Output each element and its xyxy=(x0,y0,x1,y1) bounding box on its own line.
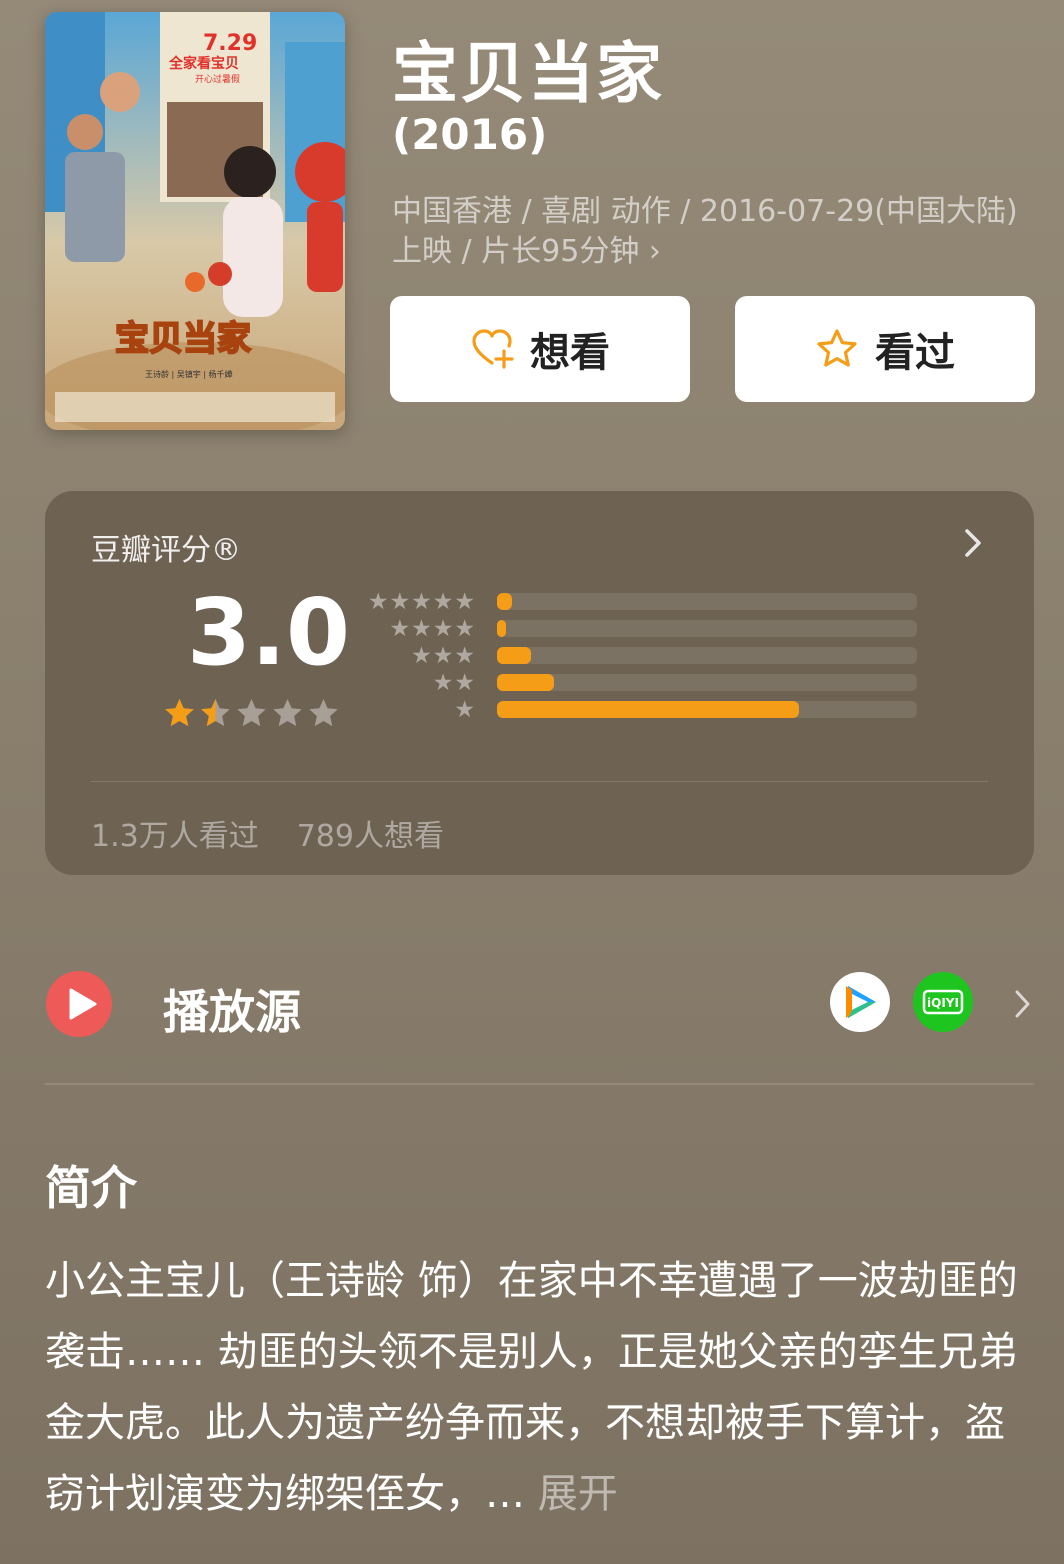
movie-title: 宝贝当家 xyxy=(392,35,664,112)
rating-bar-track xyxy=(497,647,917,664)
small-star-icon: ★ xyxy=(454,616,475,642)
play-source-label: 播放源 xyxy=(163,985,301,1039)
small-star-icon: ★ xyxy=(432,589,454,615)
star-level-icons: ★ ★ ★ ★ ★ xyxy=(367,589,475,615)
rating-star-icon xyxy=(237,699,266,727)
rating-bar-row: ★ ★ ★ ★ xyxy=(375,616,925,643)
small-star-icon: ★ xyxy=(411,616,432,642)
small-star-icon: ★ xyxy=(389,616,411,642)
rating-star-icon xyxy=(273,699,302,727)
star-level-icons: ★ ★ ★ xyxy=(411,643,475,669)
movie-meta-link[interactable]: 中国香港 / 喜剧 动作 / 2016-07-29(中国大陆)上映 / 片长95… xyxy=(392,192,1042,272)
play-source-icon xyxy=(46,971,112,1037)
want-count: 789人想看 xyxy=(296,819,444,854)
poster-tagline: 全家看宝贝 xyxy=(168,55,239,72)
rating-bar-track xyxy=(497,620,917,637)
star-level-icons: ★ ★ xyxy=(432,670,475,696)
rating-bar-fill xyxy=(497,647,531,664)
small-star-icon: ★ xyxy=(389,589,411,615)
small-star-icon: ★ xyxy=(454,589,475,615)
star-level-icons: ★ ★ ★ ★ xyxy=(389,616,476,642)
rating-bar-fill xyxy=(497,674,554,691)
small-star-icon: ★ xyxy=(454,670,475,696)
movie-poster[interactable]: 7.29 全家看宝贝 开心过暑假 宝贝当家 王诗龄 | 吴镇宇 | 杨千嬅 xyxy=(45,12,345,430)
watched-button[interactable]: 看过 xyxy=(735,296,1035,402)
douban-rating-label: 豆瓣评分® xyxy=(91,533,241,568)
svg-text:iQIYI: iQIYI xyxy=(927,996,959,1010)
watched-label: 看过 xyxy=(875,330,955,376)
section-divider xyxy=(45,1083,1034,1085)
score-stars xyxy=(163,697,340,730)
rating-divider xyxy=(91,781,988,782)
rating-bar-track xyxy=(497,593,917,610)
rating-bar-row: ★ ★ ★ xyxy=(375,643,925,670)
rating-bar-row: ★ ★ ★ ★ ★ xyxy=(368,589,925,616)
rating-star-icon xyxy=(165,699,194,727)
chevron-right-icon[interactable] xyxy=(960,523,986,563)
rating-bar-fill xyxy=(497,701,800,718)
poster-logo: 宝贝当家 xyxy=(115,319,251,359)
rating-bar-fill xyxy=(497,593,512,610)
want-to-watch-button[interactable]: 想看 xyxy=(390,296,690,402)
small-star-icon: ★ xyxy=(432,643,454,669)
rating-score: 3.0 xyxy=(187,579,350,686)
rating-bar-track xyxy=(497,674,917,691)
rating-bar-fill xyxy=(497,620,507,637)
small-star-icon: ★ xyxy=(432,616,454,642)
iqiyi-icon[interactable]: iQIYI xyxy=(913,972,973,1032)
intro-text: 小公主宝儿（王诗龄 饰）在家中不幸遭遇了一波劫匪的袭击…… 劫匪的头领不是别人，… xyxy=(45,1246,1035,1530)
poster-date: 7.29 xyxy=(203,31,257,56)
rating-card[interactable]: 豆瓣评分® 3.0 ★ ★ ★ ★ ★ ★ ★ ★ ★ ★ ★ ★ ★ ★ ★ 1.3万人看过 789人想看 xyxy=(45,491,1034,875)
small-star-icon: ★ xyxy=(411,589,432,615)
small-star-icon: ★ xyxy=(411,643,432,669)
watched-count: 1.3万人看过 xyxy=(91,819,259,854)
play-source-row[interactable]: 播放源 iQIYI xyxy=(45,966,1034,1042)
small-star-icon: ★ xyxy=(454,643,475,669)
want-to-watch-label: 想看 xyxy=(530,330,610,376)
rating-star-icon xyxy=(309,699,338,727)
intro-body: 小公主宝儿（王诗龄 饰）在家中不幸遭遇了一波劫匪的袭击…… 劫匪的头领不是别人，… xyxy=(45,1258,1018,1517)
rating-distribution: ★ ★ ★ ★ ★ ★ ★ ★ ★ ★ ★ ★ ★ ★ ★ xyxy=(368,589,925,724)
chevron-right-icon[interactable] xyxy=(1013,988,1033,1020)
star-outline-icon xyxy=(817,329,857,367)
small-star-icon: ★ xyxy=(432,670,454,696)
rating-bar-row: ★ xyxy=(375,697,925,724)
rating-bar-track xyxy=(497,701,917,718)
poster-subtag: 开心过暑假 xyxy=(195,73,240,85)
tencent-video-icon[interactable] xyxy=(830,972,890,1032)
heart-plus-icon xyxy=(472,329,514,369)
small-star-icon: ★ xyxy=(454,697,475,723)
expand-link[interactable]: 展开 xyxy=(538,1471,618,1517)
star-level-icons: ★ xyxy=(454,697,475,723)
intro-title: 简介 xyxy=(45,1161,137,1215)
movie-year: (2016) xyxy=(392,110,548,159)
poster-credits: 王诗龄 | 吴镇宇 | 杨千嬅 xyxy=(145,369,233,379)
rating-bar-row: ★ ★ xyxy=(375,670,925,697)
small-star-icon: ★ xyxy=(367,589,389,615)
rating-counts: 1.3万人看过 789人想看 xyxy=(91,811,444,855)
poster-image: 7.29 全家看宝贝 开心过暑假 宝贝当家 王诗龄 | 吴镇宇 | 杨千嬅 xyxy=(45,12,345,430)
rating-star-icon xyxy=(201,699,230,727)
